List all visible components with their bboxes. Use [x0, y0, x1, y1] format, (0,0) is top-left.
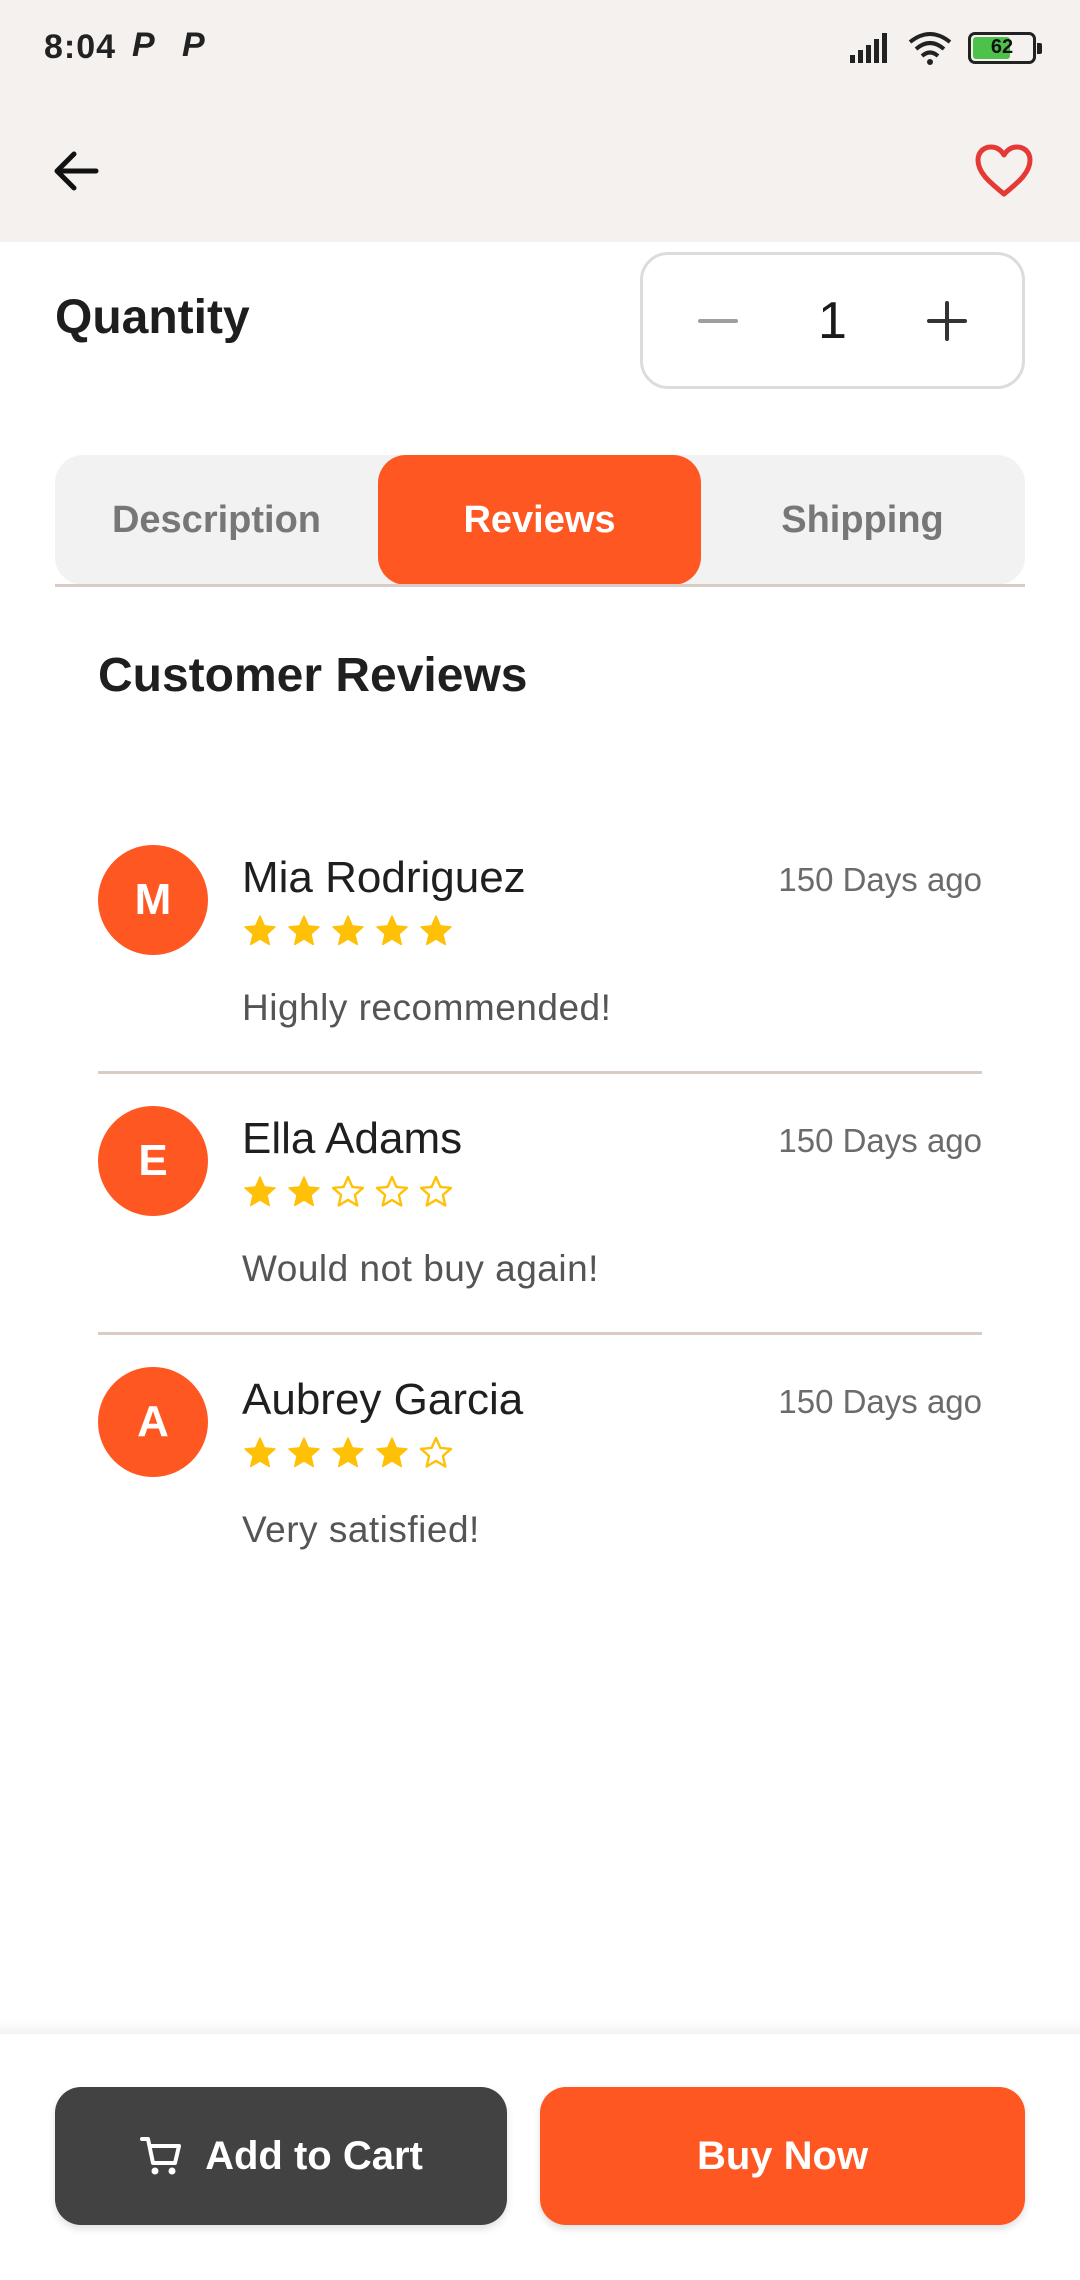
arrow-left-icon [54, 151, 99, 191]
top-app-bar [0, 95, 1080, 242]
status-icons: 62 [850, 28, 1042, 68]
minus-icon [698, 318, 738, 323]
cart-icon [140, 2137, 182, 2175]
star-outline-icon [331, 1175, 365, 1207]
star-outline-icon [419, 1175, 453, 1207]
review-divider [98, 1332, 982, 1335]
star-filled-icon [420, 915, 452, 946]
avatar: E [98, 1106, 208, 1216]
add-to-cart-label: Add to Cart [205, 2133, 423, 2178]
star-filled-icon [244, 1176, 276, 1207]
review-divider [98, 1071, 982, 1074]
star-filled-icon [244, 1437, 276, 1468]
notification-p-icon: P [132, 26, 155, 64]
status-time: 8:04 [44, 28, 117, 66]
star-rating [242, 913, 454, 949]
review-item: M Mia Rodriguez 150 Days ago Highly reco… [98, 845, 982, 1105]
review-date: 150 Days ago [778, 1383, 982, 1420]
section-title: Customer Reviews [98, 649, 528, 702]
quantity-label: Quantity [55, 291, 250, 344]
review-text: Would not buy again! [242, 1248, 599, 1289]
reviewer-name: Ella Adams [242, 1114, 463, 1163]
star-filled-icon [376, 1437, 408, 1468]
avatar: M [98, 845, 208, 955]
star-outline-icon [419, 1436, 453, 1468]
buy-now-button[interactable]: Buy Now [540, 2087, 1025, 2225]
notification-p-icon: P [182, 26, 205, 64]
review-date: 150 Days ago [778, 1122, 982, 1159]
favorite-button[interactable] [964, 131, 1044, 211]
tab-reviews[interactable]: Reviews [378, 455, 701, 585]
review-text: Highly recommended! [242, 987, 612, 1028]
star-filled-icon [332, 1437, 364, 1468]
reviewer-name: Mia Rodriguez [242, 853, 526, 902]
bottom-action-bar: Add to Cart Buy Now [0, 2034, 1080, 2280]
quantity-value: 1 [818, 291, 847, 350]
star-filled-icon [288, 1176, 320, 1207]
review-item: A Aubrey Garcia 150 Days ago Very satisf… [98, 1367, 982, 1627]
status-bar: 8:04 P P 62 [0, 0, 1080, 95]
star-filled-icon [332, 915, 364, 946]
add-to-cart-button[interactable]: Add to Cart [55, 2087, 507, 2225]
product-tabs: Description Reviews Shipping [55, 455, 1025, 585]
plus-icon [926, 300, 967, 341]
tabs-divider [55, 584, 1025, 587]
quantity-stepper: 1 [640, 252, 1025, 389]
reviewer-name: Aubrey Garcia [242, 1375, 524, 1424]
buy-now-label: Buy Now [696, 2133, 869, 2178]
battery-level: 62 [990, 36, 1014, 58]
avatar: A [98, 1367, 208, 1477]
star-filled-icon [288, 1437, 320, 1468]
star-rating [242, 1435, 454, 1471]
decrement-button[interactable] [683, 286, 753, 356]
back-button[interactable] [40, 135, 112, 207]
star-filled-icon [288, 915, 320, 946]
star-rating [242, 1174, 454, 1210]
increment-button[interactable] [912, 286, 982, 356]
star-outline-icon [375, 1175, 409, 1207]
bottom-bar-shadow [0, 2020, 1080, 2034]
signal-icon [850, 33, 887, 63]
heart-outline-icon [975, 144, 1033, 197]
star-filled-icon [376, 915, 408, 946]
review-date: 150 Days ago [778, 861, 982, 898]
review-item: E Ella Adams 150 Days ago Would not buy … [98, 1106, 982, 1366]
tab-description[interactable]: Description [55, 455, 378, 585]
tab-shipping[interactable]: Shipping [701, 455, 1024, 585]
star-filled-icon [244, 915, 276, 946]
battery-icon: 62 [968, 32, 1042, 64]
review-text: Very satisfied! [242, 1509, 480, 1550]
wifi-icon [908, 32, 952, 65]
